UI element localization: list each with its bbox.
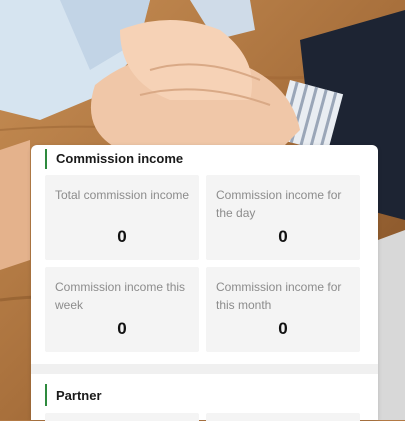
commission-grid: Total commission income 0 Commission inc… [45,175,360,353]
partner-section-title: Partner [56,388,102,403]
stat-label: Commission income for the day [216,188,342,220]
stat-label: Commission income this week [55,280,186,312]
section-accent-bar [45,384,47,406]
stat-value: 0 [117,319,127,338]
stat-value: 0 [278,227,288,246]
stat-value: 0 [278,319,288,338]
stat-tile-total[interactable]: Total commission income 0 [45,175,199,260]
commission-section-title: Commission income [56,151,184,166]
dashboard-card: Commission income Total commission incom… [31,145,378,421]
stat-tile-week[interactable]: Commission income this week 0 [45,267,199,352]
section-divider [31,364,378,374]
stat-label: Total commission income [55,188,190,202]
section-accent-bar [45,149,47,169]
stat-value: 0 [117,227,127,246]
stat-tile-day[interactable]: Commission income for the day 0 [206,175,360,260]
stat-tile-month[interactable]: Commission income for this month 0 [206,267,360,352]
stat-label: Commission income for this month [216,280,342,312]
